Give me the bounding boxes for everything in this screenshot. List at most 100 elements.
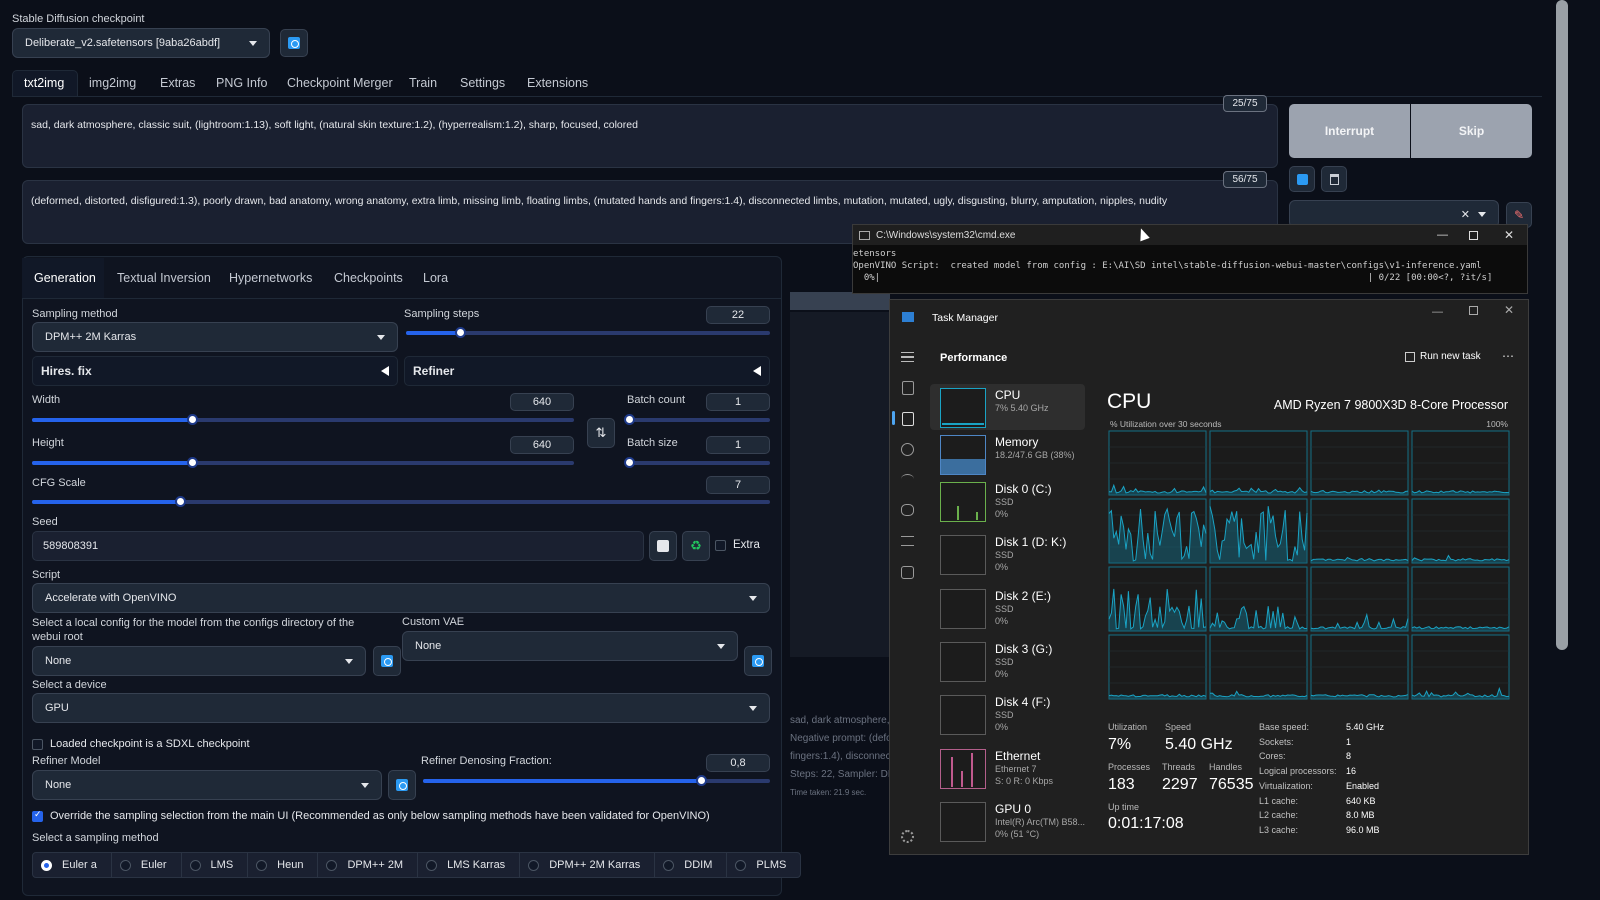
device-select[interactable]: GPU bbox=[32, 693, 770, 723]
height-slider[interactable] bbox=[32, 457, 574, 468]
tab-generation[interactable]: Generation bbox=[34, 271, 96, 285]
tm-close-button[interactable]: ✕ bbox=[1504, 303, 1514, 317]
close-button[interactable]: ✕ bbox=[1504, 228, 1514, 242]
sampler-radio[interactable]: DPM++ 2M Karras bbox=[519, 852, 656, 878]
slider-thumb[interactable] bbox=[174, 496, 186, 507]
interrupt-button[interactable]: Interrupt bbox=[1289, 104, 1410, 158]
run-new-task-button[interactable]: Run new task bbox=[1405, 351, 1481, 362]
sidebar-item-ethernet[interactable]: Ethernet Ethernet 7 S: 0 R: 0 Kbps bbox=[940, 747, 1086, 793]
sampler-radio[interactable]: DPM++ 2M bbox=[317, 852, 419, 878]
graph-max: 100% bbox=[1486, 419, 1508, 429]
extra-checkbox[interactable] bbox=[715, 540, 726, 551]
hamburger-icon[interactable] bbox=[901, 352, 914, 362]
sampling-steps-slider[interactable] bbox=[406, 327, 770, 338]
refresh-vae-button[interactable] bbox=[744, 646, 772, 676]
page-scrollbar[interactable] bbox=[1556, 0, 1568, 650]
width-value[interactable]: 640 bbox=[510, 393, 574, 411]
tab-settings[interactable]: Settings bbox=[460, 76, 505, 90]
style-apply-button[interactable] bbox=[1289, 166, 1315, 192]
cfg-scale-value[interactable]: 7 bbox=[706, 476, 770, 494]
refiner-accordion[interactable]: Refiner bbox=[404, 356, 770, 386]
slider-thumb[interactable] bbox=[695, 775, 707, 786]
sampling-method-select[interactable]: DPM++ 2M Karras bbox=[32, 322, 398, 352]
batch-size-value[interactable]: 1 bbox=[706, 436, 770, 454]
sampler-radio[interactable]: DDIM bbox=[654, 852, 728, 878]
tab-hypernetworks[interactable]: Hypernetworks bbox=[229, 271, 312, 285]
nav-details-icon[interactable] bbox=[901, 536, 914, 546]
minimize-button[interactable]: — bbox=[1437, 229, 1448, 241]
tab-img2img[interactable]: img2img bbox=[89, 76, 136, 90]
sidebar-item-disk-3-g[interactable]: Disk 3 (G:) SSD 0% bbox=[940, 640, 1086, 686]
checkpoint-select[interactable]: Deliberate_v2.safetensors [9aba26abdf] bbox=[12, 28, 270, 58]
refiner-denoise-slider[interactable] bbox=[423, 775, 770, 786]
spec-value: Enabled bbox=[1346, 780, 1380, 791]
tab-txt2img[interactable]: txt2img bbox=[24, 76, 64, 90]
refresh-icon bbox=[396, 779, 408, 791]
reuse-seed-button[interactable]: ♻ bbox=[682, 531, 710, 561]
nav-startup-icon[interactable] bbox=[901, 474, 914, 484]
hires-fix-accordion[interactable]: Hires. fix bbox=[32, 356, 398, 386]
width-slider[interactable] bbox=[32, 414, 574, 425]
override-checkbox[interactable]: ✓ bbox=[32, 809, 43, 822]
prompt-input[interactable]: sad, dark atmosphere, classic suit, (lig… bbox=[22, 104, 1278, 168]
maximize-button[interactable] bbox=[1469, 230, 1478, 240]
nav-performance-icon[interactable] bbox=[902, 412, 914, 426]
tab-extras[interactable]: Extras bbox=[160, 76, 195, 90]
tm-minimize-button[interactable]: — bbox=[1432, 306, 1443, 318]
refresh-refiner-button[interactable] bbox=[388, 770, 416, 800]
sdxl-checkbox[interactable] bbox=[32, 739, 43, 750]
batch-size-slider[interactable] bbox=[624, 457, 770, 468]
sampler-radio[interactable]: Euler bbox=[110, 852, 182, 878]
tab-checkpoints[interactable]: Checkpoints bbox=[334, 271, 403, 285]
trash-button[interactable] bbox=[1321, 166, 1347, 192]
local-config-select[interactable]: None bbox=[32, 646, 366, 676]
sampler-radio[interactable]: Euler a bbox=[32, 852, 112, 878]
sampler-radio[interactable]: LMS Karras bbox=[417, 852, 521, 878]
refiner-denoise-value[interactable]: 0,8 bbox=[706, 754, 770, 772]
tab-extensions[interactable]: Extensions bbox=[527, 76, 588, 90]
sidebar-item-disk-2-e[interactable]: Disk 2 (E:) SSD 0% bbox=[940, 587, 1086, 633]
sidebar-item-disk-4-f[interactable]: Disk 4 (F:) SSD 0% bbox=[940, 693, 1086, 739]
mini-graph bbox=[940, 749, 986, 789]
tm-maximize-button[interactable] bbox=[1469, 306, 1478, 315]
slider-thumb[interactable] bbox=[624, 414, 635, 425]
nav-settings-icon[interactable] bbox=[901, 830, 914, 843]
sampling-steps-value[interactable]: 22 bbox=[706, 306, 770, 324]
swap-dimensions-button[interactable]: ⇅ bbox=[587, 418, 615, 448]
seed-input[interactable]: 589808391 bbox=[32, 531, 644, 561]
batch-count-value[interactable]: 1 bbox=[706, 393, 770, 411]
random-seed-button[interactable] bbox=[649, 531, 677, 561]
slider-thumb[interactable] bbox=[624, 457, 635, 468]
slider-thumb[interactable] bbox=[454, 327, 466, 338]
custom-vae-select[interactable]: None bbox=[402, 631, 738, 661]
height-value[interactable]: 640 bbox=[510, 436, 574, 454]
nav-history-icon[interactable] bbox=[901, 443, 914, 456]
tab-checkpoint-merger[interactable]: Checkpoint Merger bbox=[287, 76, 393, 90]
sidebar-item-disk-0-c[interactable]: Disk 0 (C:) SSD 0% bbox=[940, 480, 1086, 526]
nav-services-icon[interactable] bbox=[901, 566, 914, 579]
sidebar-item-gpu-0[interactable]: GPU 0 Intel(R) Arc(TM) B58... 0% (51 °C) bbox=[940, 800, 1086, 846]
sampler-radio[interactable]: Heun bbox=[247, 852, 319, 878]
nav-users-icon[interactable] bbox=[901, 504, 914, 516]
refresh-checkpoint-button[interactable] bbox=[280, 29, 308, 57]
sidebar-item-memory[interactable]: Memory 18.2/47.6 GB (38%) bbox=[940, 433, 1086, 479]
script-select[interactable]: Accelerate with OpenVINO bbox=[32, 583, 770, 613]
refiner-model-select[interactable]: None bbox=[32, 770, 382, 800]
tab-lora[interactable]: Lora bbox=[423, 271, 448, 285]
sidebar-item-disk-1-d-k[interactable]: Disk 1 (D: K:) SSD 0% bbox=[940, 533, 1086, 579]
sampler-radio[interactable]: LMS bbox=[180, 852, 249, 878]
tab-png-info[interactable]: PNG Info bbox=[216, 76, 267, 90]
nav-processes-icon[interactable] bbox=[902, 381, 914, 395]
tab-textual-inversion[interactable]: Textual Inversion bbox=[117, 271, 211, 285]
more-options-button[interactable]: ⋯ bbox=[1502, 349, 1514, 363]
sidebar-item-cpu[interactable]: CPU 7% 5.40 GHz bbox=[940, 386, 1086, 432]
sampler-radio[interactable]: PLMS bbox=[726, 852, 802, 878]
check-icon: ✓ bbox=[34, 809, 42, 819]
slider-fill bbox=[32, 418, 193, 422]
batch-count-slider[interactable] bbox=[624, 414, 770, 425]
cfg-scale-slider[interactable] bbox=[32, 496, 770, 507]
core-graph bbox=[1209, 430, 1308, 496]
skip-button[interactable]: Skip bbox=[1411, 104, 1532, 158]
refresh-config-button[interactable] bbox=[373, 646, 401, 676]
tab-train[interactable]: Train bbox=[409, 76, 437, 90]
